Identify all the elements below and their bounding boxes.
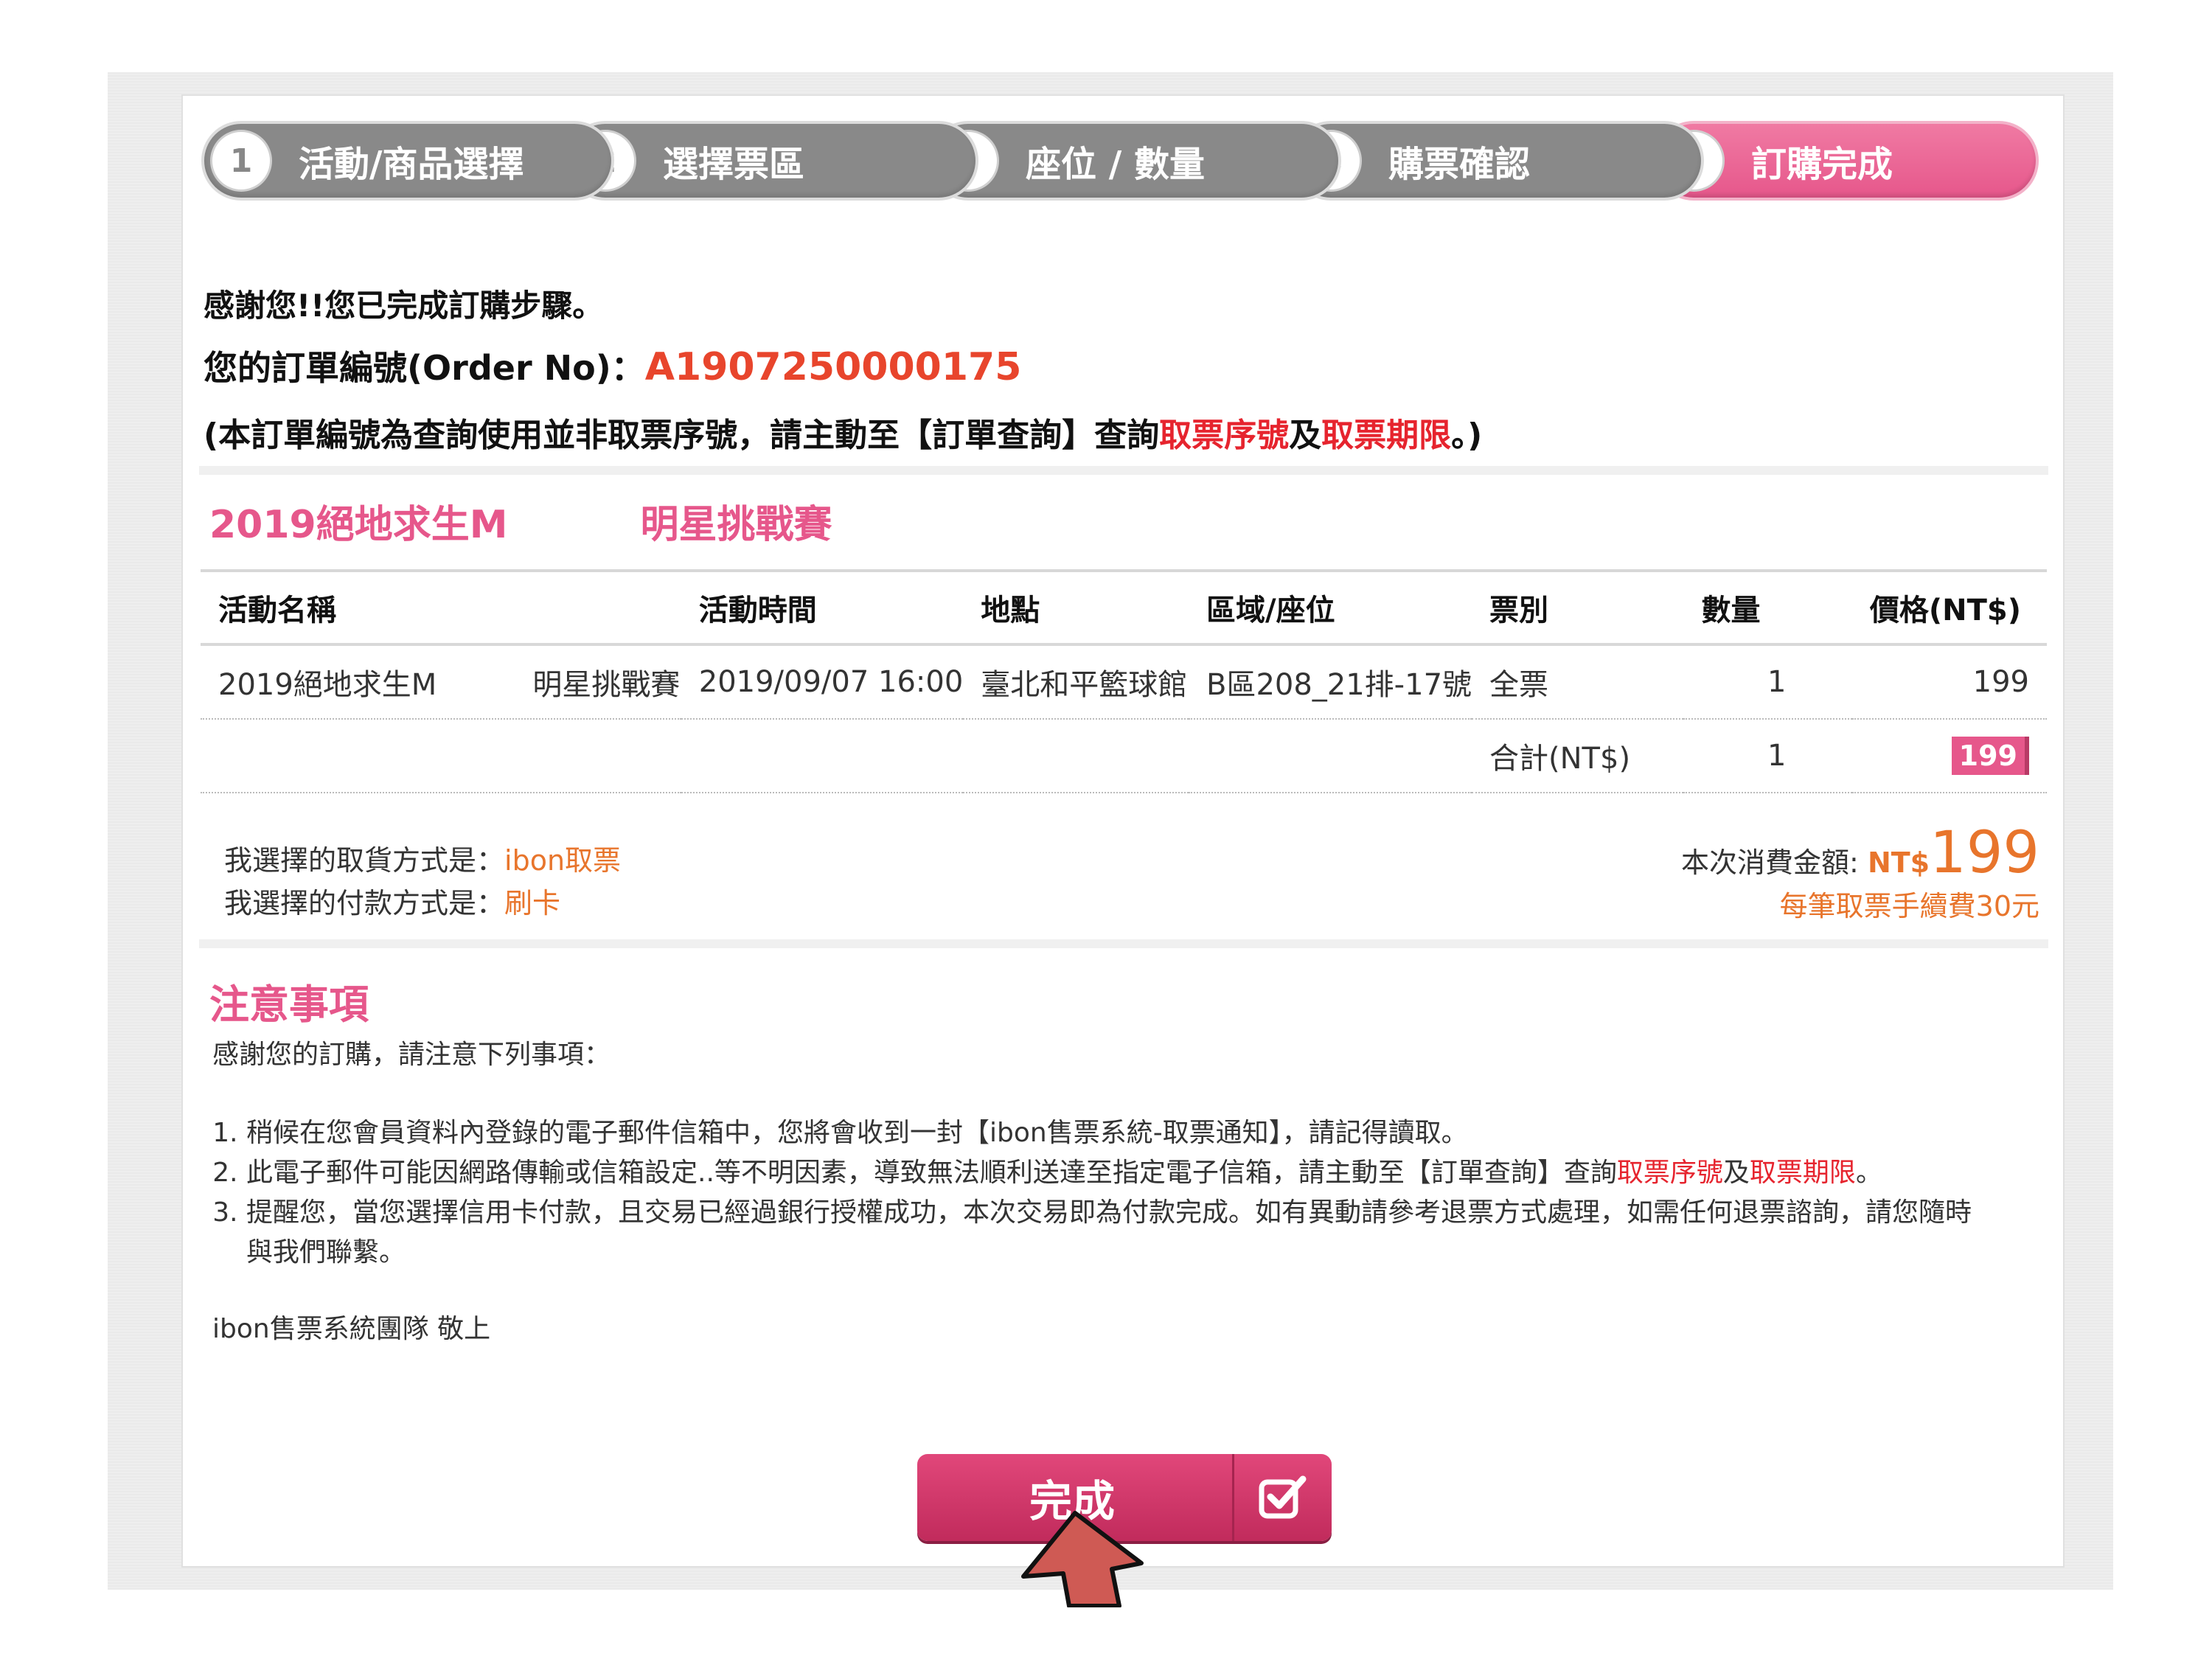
col-quantity: 數量 [1683,571,1852,646]
step-label: 選擇票區 [663,144,805,185]
thanks-message: 感謝您!!您已完成訂購步驟。 [204,288,604,324]
event-subtitle: 明星挑戰賽 [640,503,832,547]
cell-event-name-main: 2019絕地求生M [218,668,437,702]
total-label: 合計(NT$) [1472,719,1684,793]
amount-label: 本次消費金額: [1681,846,1859,879]
step-4: 4 購票確認 [1291,121,1704,201]
step-5-active: 5 訂購完成 [1654,121,2039,201]
total-price-badge: 199 [1951,737,2029,775]
divider [199,939,2048,948]
col-price: 價格(NT$) [1851,571,2047,646]
service-fee-note: 每筆取票手續費30元 [1779,890,2039,922]
col-event-name: 活動名稱 [201,571,681,646]
order-note-end: 。) [1451,417,1483,454]
ticket-deadline-highlight: 取票期限 [1749,1158,1856,1188]
notes-item-end: 。 [1855,1158,1882,1188]
total-price-cell: 199 [1851,719,2047,793]
cell-event-name: 2019絕地求生M 明星挑戰賽 [201,644,681,720]
col-venue: 地點 [963,571,1189,646]
step-1: 1 活動/商品選擇 [201,121,614,201]
col-ticket-type: 票別 [1472,571,1684,646]
cell-price: 199 [1851,644,2047,720]
order-table: 活動名稱 活動時間 地點 區域/座位 票別 數量 價格(NT$) 2019絕地求… [201,569,2047,793]
cell-quantity: 1 [1683,644,1852,720]
thanks-section: 感謝您!!您已完成訂購步驟。 您的訂單編號(Order No)：A1907250… [204,280,2047,469]
notes-item: 提醒您，當您選擇信用卡付款，且交易已經過銀行授權成功，本次交易即為付款完成。如有… [246,1193,1997,1273]
total-amount: 本次消費金額: NT$199 每筆取票手續費30元 [1681,820,2039,924]
progress-steps: 1 活動/商品選擇 2 選擇票區 3 座位 / 數量 4 購票確認 5 訂購完成 [201,121,2039,201]
col-event-time: 活動時間 [681,571,964,646]
order-number: A1907250000175 [644,345,1022,389]
checkbox-check-icon [1232,1454,1332,1541]
pickup-method-row: 我選擇的取貨方式是：ibon取票 [224,839,621,882]
divider [199,466,2048,475]
pickup-method-label: 我選擇的取貨方式是： [224,844,505,877]
total-quantity: 1 [1683,719,1852,793]
payment-method-row: 我選擇的付款方式是：刷卡 [224,882,621,925]
notes-item: 此電子郵件可能因網路傳輸或信箱設定..等不明因素，導致無法順利送達至指定電子信箱… [246,1153,1997,1193]
order-number-label: 您的訂單編號(Order No)： [204,348,645,388]
amount-currency: NT$ [1867,846,1930,879]
notes-item-and: 及 [1722,1158,1750,1188]
delivery-payment-methods: 我選擇的取貨方式是：ibon取票 我選擇的付款方式是：刷卡 [224,839,621,925]
step-label: 訂購完成 [1751,144,1893,185]
notes-title: 注意事項 [209,981,369,1028]
notes-list: 稍候在您會員資料內登錄的電子郵件信箱中，您將會收到一封【ibon售票系統-取票通… [212,1113,1997,1273]
col-seat: 區域/座位 [1189,571,1472,646]
cell-event-name-sub: 明星挑戰賽 [532,668,681,702]
cell-ticket-type: 全票 [1472,644,1684,720]
order-number-line: 您的訂單編號(Order No)：A1907250000175 [204,332,2047,403]
notes-item: 稍候在您會員資料內登錄的電子郵件信箱中，您將會收到一封【ibon售票系統-取票通… [246,1113,1997,1153]
table-total-row: 合計(NT$) 1 199 [201,719,2047,793]
cell-seat: B區208_21排-17號 [1189,644,1472,720]
event-name: 2019絕地求生M [209,503,508,547]
payment-method-label: 我選擇的付款方式是： [224,887,505,919]
cell-event-time: 2019/09/07 16:00 [681,644,964,720]
table-header-row: 活動名稱 活動時間 地點 區域/座位 票別 數量 價格(NT$) [201,571,2047,646]
notes-intro: 感謝您的訂購，請注意下列事項： [212,1040,611,1070]
ticket-deadline-highlight: 取票期限 [1321,417,1452,454]
step-label: 活動/商品選擇 [299,144,524,185]
ticket-serial-highlight: 取票序號 [1159,417,1290,454]
cell-venue: 臺北和平籃球館 [963,644,1189,720]
payment-method-value: 刷卡 [504,887,561,919]
signature: ibon售票系統團隊 敬上 [212,1314,491,1344]
ticket-serial-highlight: 取票序號 [1616,1158,1723,1188]
step-label: 座位 / 數量 [1026,144,1205,185]
amount-value: 199 [1930,820,2039,886]
step-2: 2 選擇票區 [566,121,978,201]
order-note-and: 及 [1289,417,1322,454]
pointer-arrow-icon [1007,1497,1147,1610]
step-3: 3 座位 / 數量 [928,121,1341,201]
pickup-method-value: ibon取票 [504,844,622,877]
notes-body: 感謝您的訂購，請注意下列事項： 稍候在您會員資料內登錄的電子郵件信箱中，您將會收… [212,1035,1997,1349]
step-label: 購票確認 [1388,144,1531,185]
order-note-text: (本訂單編號為查詢使用並非取票序號，請主動至【訂單查詢】查詢 [204,417,1160,454]
notes-item-text: 此電子郵件可能因網路傳輸或信箱設定..等不明因素，導致無法順利送達至指定電子信箱… [246,1158,1617,1188]
table-row: 2019絕地求生M 明星挑戰賽 2019/09/07 16:00 臺北和平籃球館 … [201,644,2047,720]
order-note: (本訂單編號為查詢使用並非取票序號，請主動至【訂單查詢】查詢取票序號及取票期限。… [204,403,2047,469]
event-title: 2019絕地求生M 明星挑戰賽 [209,495,832,554]
step-number: 1 [210,130,272,192]
